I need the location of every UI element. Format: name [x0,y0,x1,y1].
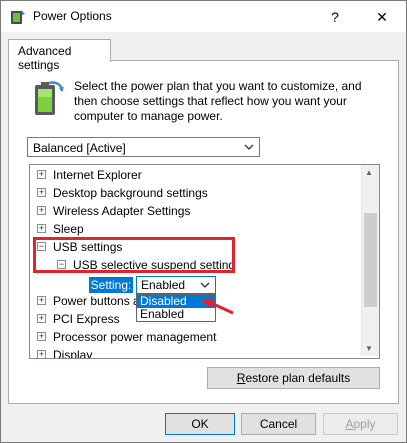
scroll-thumb[interactable] [364,213,377,307]
help-button[interactable]: ? [317,6,353,28]
plan-selected-value: Balanced [Active] [33,141,126,155]
red-arrow-annotation [201,298,234,315]
tree-item-label: Display [53,348,93,359]
tree-item-label: Desktop background settings [53,186,208,200]
setting-label: Setting: [89,277,133,293]
expand-icon[interactable]: + [37,332,46,341]
tab-advanced-settings[interactable]: Advanced settings [8,39,111,72]
tree-item-label: Processor power management [53,330,217,344]
apply-label: pply [353,417,376,431]
power-plan-dropdown[interactable]: Balanced [Active] [27,137,260,157]
chevron-down-icon [200,282,210,288]
scroll-down-icon[interactable]: ▼ [365,344,373,353]
tree-item-label: Wireless Adapter Settings [53,204,191,218]
cancel-button[interactable]: Cancel [241,413,316,435]
suspend-setting-dropdown[interactable]: Enabled [136,276,216,294]
usb-highlight-annotation [33,237,235,273]
expand-icon[interactable]: + [37,206,46,215]
expand-icon[interactable]: + [37,350,46,358]
ok-button[interactable]: OK [165,413,235,435]
tab-label: Advanced settings [18,44,72,72]
title-bar: Power Options ? ✕ [1,1,406,32]
window-title: Power Options [33,9,112,23]
expand-icon[interactable]: + [37,314,46,323]
power-options-window: Power Options ? ✕ Advanced settings Sele… [0,0,407,443]
expand-icon[interactable]: + [37,188,46,197]
expand-icon[interactable]: + [37,296,46,305]
tree-item-label: Sleep [53,222,84,236]
tree-item-label: Internet Explorer [53,168,142,182]
expand-icon[interactable]: + [37,170,46,179]
instructions-text: Select the power plan that you want to c… [74,79,362,123]
tree-scrollbar[interactable]: ▲ ▼ [361,165,379,356]
setting-selected-value: Enabled [141,278,186,292]
power-options-icon [11,10,25,24]
restore-label: estore plan defaults [245,371,351,385]
restore-plan-defaults-button[interactable]: Restore plan defaults [207,367,380,389]
battery-icon [35,81,64,115]
apply-button[interactable]: Apply [323,413,398,435]
scroll-up-icon[interactable]: ▲ [365,168,373,177]
apply-mnemonic: A [345,417,354,431]
chevron-down-icon [244,144,254,150]
close-button[interactable]: ✕ [363,6,401,28]
expand-icon[interactable]: + [37,224,46,233]
tree-item-label: PCI Express [53,312,120,326]
